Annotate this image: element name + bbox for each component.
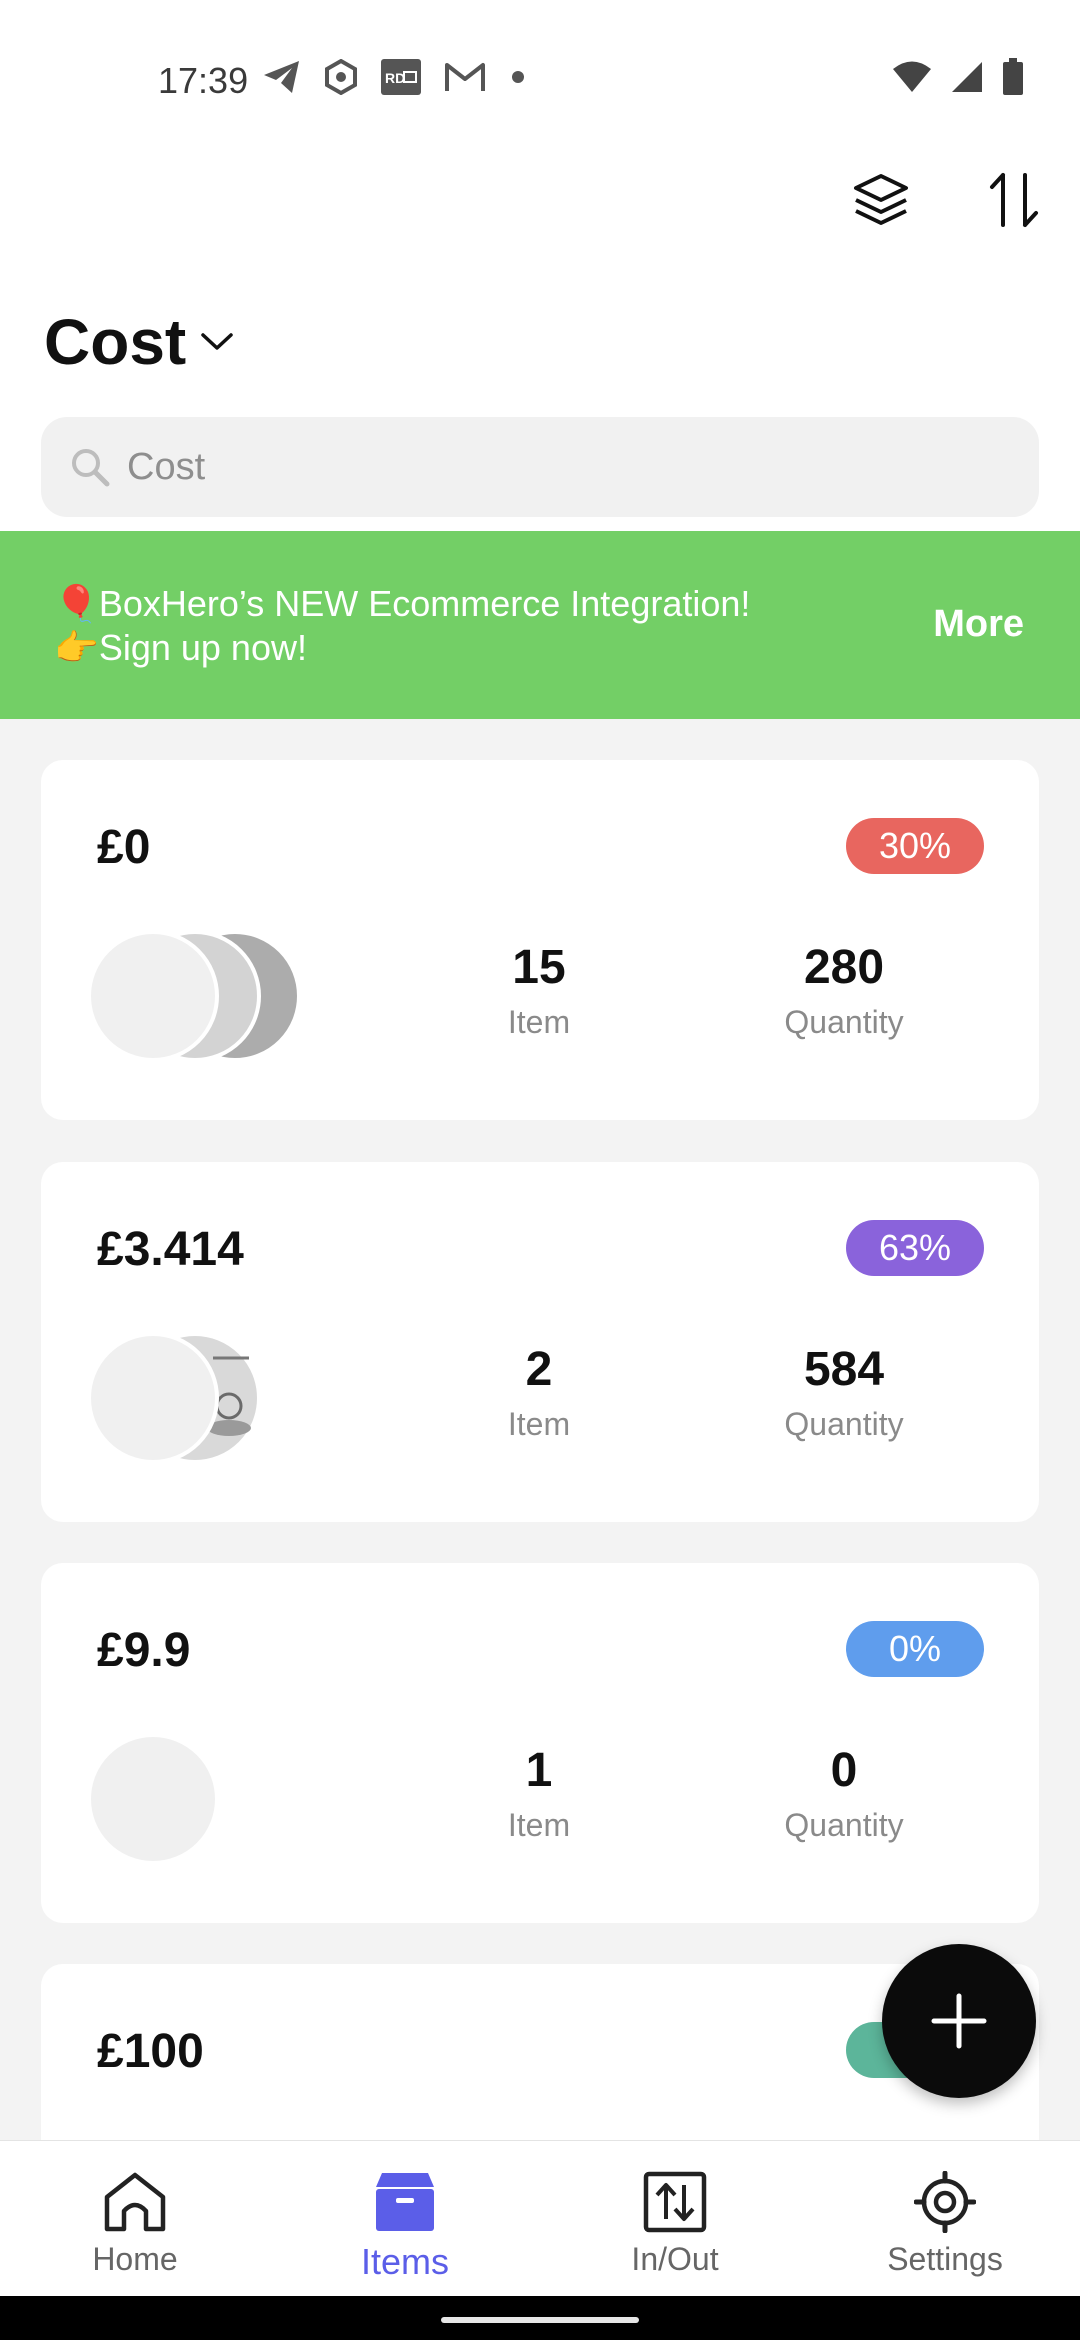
group-price: £100 bbox=[97, 2025, 204, 2078]
search-input[interactable] bbox=[127, 445, 987, 489]
nav-items-label: Items bbox=[360, 2241, 449, 2282]
nav-home-label: Home bbox=[92, 2241, 178, 2277]
sort-icon bbox=[990, 173, 1038, 227]
cost-group-card[interactable]: £9.9 0% 1 Item 0 Quantity bbox=[41, 1563, 1039, 1923]
notification-icons: RD bbox=[262, 58, 528, 96]
promo-banner[interactable]: 🎈BoxHero’s NEW Ecommerce Integration! 👉S… bbox=[0, 531, 1080, 719]
item-thumbnails bbox=[87, 1733, 327, 1869]
item-count: 15 Item bbox=[439, 940, 639, 1041]
layers-icon bbox=[854, 174, 908, 225]
quantity-value: 0 bbox=[830, 1744, 858, 1797]
quantity-value: 280 bbox=[803, 941, 885, 994]
telegram-icon bbox=[264, 61, 299, 93]
add-button[interactable] bbox=[882, 1944, 1036, 2098]
quantity: 584 Quantity bbox=[744, 1342, 944, 1443]
search-bar bbox=[41, 417, 1039, 517]
item-thumbnail bbox=[87, 930, 219, 1062]
percent-badge: 63% bbox=[846, 1220, 984, 1276]
banner-line-1: 🎈BoxHero’s NEW Ecommerce Integration! bbox=[54, 583, 751, 624]
group-price: £0 bbox=[97, 821, 151, 874]
nav-items[interactable]: Items bbox=[270, 2141, 540, 2297]
page-title: Cost bbox=[44, 306, 187, 378]
header: Cost bbox=[0, 165, 1080, 531]
nav-in-out[interactable]: In/Out bbox=[540, 2141, 810, 2297]
item-count-value: 15 bbox=[512, 941, 566, 994]
home-indicator[interactable] bbox=[441, 2317, 639, 2323]
item-thumbnail bbox=[87, 1332, 219, 1464]
group-view-button[interactable] bbox=[836, 165, 926, 235]
cost-group-card[interactable]: £0 30% 15 Item 280 Quantity bbox=[41, 760, 1039, 1120]
wifi-icon bbox=[893, 61, 931, 92]
system-icons bbox=[892, 58, 1024, 96]
gesture-bar bbox=[0, 2296, 1080, 2340]
item-count: 2 Item bbox=[439, 1342, 639, 1443]
box-icon bbox=[376, 2173, 434, 2231]
quantity: 280 Quantity bbox=[744, 940, 944, 1041]
quantity-label: Quantity bbox=[784, 1807, 904, 1843]
home-icon bbox=[104, 2172, 166, 2232]
item-count: 1 Item bbox=[439, 1743, 639, 1844]
item-thumbnails bbox=[87, 1332, 327, 1468]
quantity: 0 Quantity bbox=[744, 1743, 944, 1844]
gmail-icon bbox=[445, 63, 485, 91]
nav-in-out-label: In/Out bbox=[631, 2241, 719, 2277]
nav-settings[interactable]: Settings bbox=[810, 2141, 1080, 2297]
bottom-nav: Home Items In/Out Settings bbox=[0, 2140, 1080, 2296]
nav-settings-label: Settings bbox=[887, 2241, 1003, 2277]
chevron-down-icon bbox=[201, 333, 233, 350]
svg-text:RD: RD bbox=[385, 70, 405, 86]
dot-icon bbox=[512, 71, 524, 83]
percent-badge: 30% bbox=[846, 818, 984, 874]
cost-group-card[interactable]: £3.414 63% 2 Item 584 Quantity bbox=[41, 1162, 1039, 1522]
sort-button[interactable] bbox=[969, 165, 1059, 235]
battery-icon bbox=[1003, 58, 1023, 95]
quantity-value: 584 bbox=[803, 1343, 885, 1396]
rd-app-icon: RD bbox=[381, 59, 421, 95]
item-thumbnails bbox=[87, 930, 327, 1066]
gear-icon bbox=[914, 2171, 976, 2233]
plus-icon bbox=[931, 1993, 987, 2049]
banner-more-button[interactable]: More bbox=[933, 603, 1024, 646]
status-bar: 17:39 RD bbox=[0, 0, 1080, 165]
item-count-value: 1 bbox=[525, 1744, 553, 1797]
in-out-icon bbox=[643, 2171, 707, 2233]
item-thumbnail bbox=[87, 1733, 219, 1865]
percent-badge: 0% bbox=[846, 1621, 984, 1677]
group-price: £9.9 bbox=[97, 1624, 191, 1677]
quantity-label: Quantity bbox=[784, 1406, 904, 1442]
status-time: 17:39 bbox=[158, 60, 249, 101]
banner-line-2: 👉Sign up now! bbox=[54, 627, 307, 668]
quantity-label: Quantity bbox=[784, 1004, 904, 1040]
signal-icon bbox=[952, 62, 982, 92]
group-by-selector[interactable]: Cost bbox=[44, 305, 234, 379]
nav-home[interactable]: Home bbox=[0, 2141, 270, 2297]
item-count-label: Item bbox=[507, 1406, 571, 1442]
item-count-label: Item bbox=[507, 1807, 571, 1843]
search-icon bbox=[72, 449, 110, 487]
hexagon-app-icon bbox=[325, 59, 357, 95]
group-price: £3.414 bbox=[97, 1223, 244, 1276]
item-count-label: Item bbox=[507, 1004, 571, 1040]
item-count-value: 2 bbox=[525, 1343, 553, 1396]
